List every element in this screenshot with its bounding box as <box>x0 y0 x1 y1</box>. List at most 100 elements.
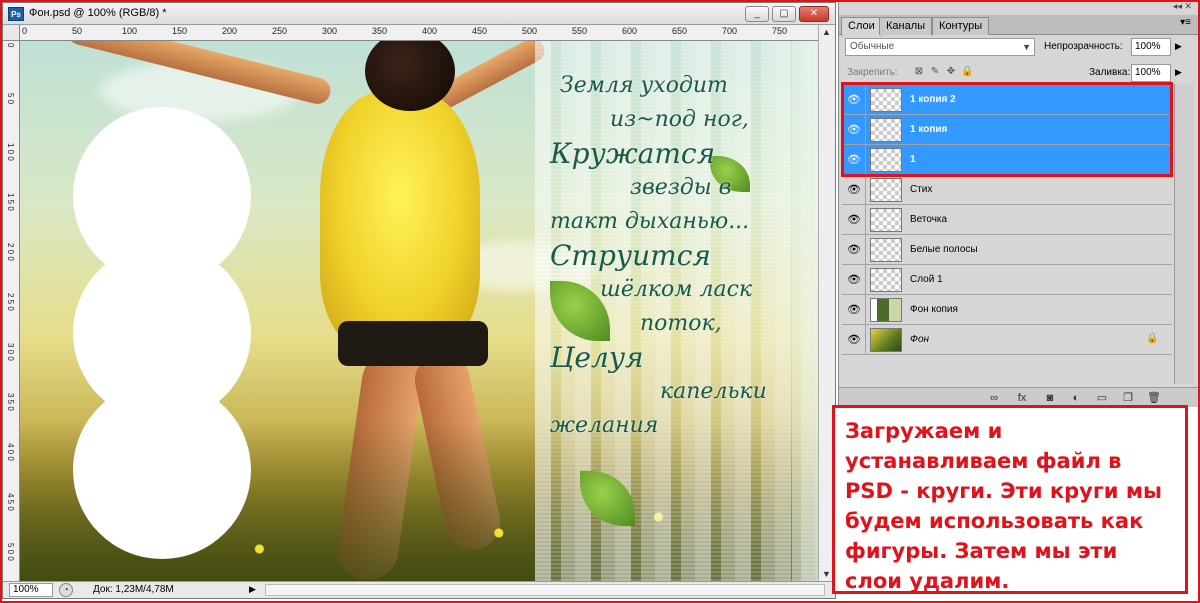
layer-row[interactable]: 👁 1 копия 2 <box>842 85 1172 115</box>
layer-row[interactable]: 👁 Фон 🔒 <box>842 325 1172 355</box>
status-bar: 100% ◔ Док: 1,23M/4,78M ▶ <box>3 581 835 598</box>
visibility-toggle[interactable]: 👁 <box>842 175 866 205</box>
fill-slider-icon[interactable]: ▶ <box>1175 67 1182 78</box>
poem-line: Кружатся <box>550 137 716 170</box>
layer-name[interactable]: Фон копия <box>910 304 958 315</box>
eye-icon: 👁 <box>847 334 861 346</box>
adjustment-layer-icon[interactable]: ◐ <box>1069 391 1083 405</box>
layer-name[interactable]: 1 копия <box>910 124 947 135</box>
layer-row[interactable]: 👁 Белые полосы <box>842 235 1172 265</box>
layer-style-icon[interactable]: fx <box>1015 391 1029 405</box>
layer-row[interactable]: 👁 Веточка <box>842 205 1172 235</box>
layer-name[interactable]: Стих <box>910 184 932 195</box>
visibility-toggle[interactable]: 👁 <box>842 325 866 355</box>
ruler-tick-label: 1 0 0 <box>6 143 15 161</box>
opacity-field[interactable]: 100% <box>1131 38 1171 56</box>
link-layers-icon[interactable]: ∞ <box>987 391 1001 405</box>
ruler-tick-label: 4 5 0 <box>6 493 15 511</box>
layers-scrollbar[interactable] <box>1174 84 1194 384</box>
layer-name[interactable]: Веточка <box>910 214 947 225</box>
eye-icon: 👁 <box>847 124 861 136</box>
layer-thumbnail <box>870 208 902 232</box>
add-mask-icon[interactable]: ◙ <box>1043 391 1057 405</box>
ruler-tick-label: 4 0 0 <box>6 443 15 461</box>
visibility-toggle[interactable]: 👁 <box>842 205 866 235</box>
tab-layers[interactable]: Слои <box>841 17 882 36</box>
white-circle-shape[interactable] <box>73 381 251 559</box>
close-button[interactable]: ✕ <box>799 6 829 22</box>
lock-icon: 🔒 <box>1146 333 1159 344</box>
panel-menu-icon[interactable]: ▾≡ <box>1180 17 1191 28</box>
ruler-tick-label: 150 <box>172 26 188 36</box>
visibility-toggle[interactable]: 👁 <box>842 145 866 175</box>
lock-transparency-icon[interactable]: ⊠ <box>913 66 925 78</box>
panel-tabs: Слои Каналы Контуры ▾≡ <box>839 15 1199 36</box>
visibility-toggle[interactable]: 👁 <box>842 265 866 295</box>
layer-thumbnail <box>870 88 902 112</box>
layer-row[interactable]: 👁 Фон копия <box>842 295 1172 325</box>
scroll-up-icon[interactable]: ▲ <box>822 27 831 37</box>
layer-name[interactable]: Слой 1 <box>910 274 943 285</box>
ruler-tick-label: 100 <box>122 26 138 36</box>
new-group-icon[interactable]: ▭ <box>1095 391 1109 405</box>
visibility-toggle[interactable]: 👁 <box>842 295 866 325</box>
layer-row[interactable]: 👁 1 копия <box>842 115 1172 145</box>
fill-field[interactable]: 100% <box>1131 64 1171 82</box>
layers-panel-footer: ∞ fx ◙ ◐ ▭ ❐ 🗑 <box>839 387 1199 407</box>
opacity-slider-icon[interactable]: ▶ <box>1175 41 1182 52</box>
lock-move-icon[interactable]: ✥ <box>945 66 957 78</box>
layer-name[interactable]: 1 <box>910 154 916 165</box>
ruler-tick-label: 200 <box>222 26 238 36</box>
ruler-horizontal[interactable]: 0 50 100 150 200 250 300 350 400 450 500 550 600 650 7… <box>20 25 818 41</box>
layer-row[interactable]: 👁 Слой 1 <box>842 265 1172 295</box>
ruler-tick-label: 3 5 0 <box>6 393 15 411</box>
visibility-toggle[interactable]: 👁 <box>842 235 866 265</box>
lock-brush-icon[interactable]: ✎ <box>929 66 941 78</box>
layer-thumbnail <box>870 178 902 202</box>
restore-button[interactable]: ▢ <box>772 6 796 22</box>
ruler-tick-label: 700 <box>722 26 738 36</box>
new-layer-icon[interactable]: ❐ <box>1121 391 1135 405</box>
poem-line: из~под ног, <box>610 107 749 132</box>
document-size-info: Док: 1,23M/4,78M <box>93 584 174 595</box>
horizontal-scrollbar[interactable] <box>265 584 825 596</box>
eye-icon: 👁 <box>847 184 861 196</box>
layer-row[interactable]: 👁 1 <box>842 145 1172 175</box>
ruler-tick-label: 450 <box>472 26 488 36</box>
lock-all-icon[interactable]: 🔒 <box>961 66 973 78</box>
ruler-tick-label: 550 <box>572 26 588 36</box>
minimize-button[interactable]: _ <box>745 6 769 22</box>
ruler-tick-label: 50 <box>72 26 83 36</box>
visibility-toggle[interactable]: 👁 <box>842 85 866 115</box>
ruler-tick-label: 1 5 0 <box>6 193 15 211</box>
ruler-tick-label: 650 <box>672 26 688 36</box>
document-title: Фон.psd @ 100% (RGB/8) * <box>29 7 167 19</box>
tab-paths[interactable]: Контуры <box>932 17 990 35</box>
ruler-tick-label: 750 <box>772 26 788 36</box>
eye-icon: 👁 <box>847 274 861 286</box>
ruler-tick-label: 500 <box>522 26 538 36</box>
visibility-toggle[interactable]: 👁 <box>842 115 866 145</box>
tab-channels[interactable]: Каналы <box>879 17 933 35</box>
image-canvas[interactable]: Земля уходит из~под ног, Кружатся звезды в т… <box>20 41 818 581</box>
zoom-field[interactable]: 100% <box>9 583 53 597</box>
status-menu-icon[interactable]: ◔ <box>59 583 73 597</box>
document-window: Ps Фон.psd @ 100% (RGB/8) * _ ▢ ✕ 0 50 100… <box>2 2 836 599</box>
layers-list: 👁 1 копия 2 👁 1 копия 👁 1 👁 Стих 👁 Веточка 👁 Белые … <box>842 84 1172 384</box>
panel-collapse-icon[interactable]: ◂◂ ✕ <box>1173 1 1192 12</box>
ruler-tick-label: 400 <box>422 26 438 36</box>
layer-name[interactable]: Фон <box>910 334 929 345</box>
scroll-down-icon[interactable]: ▼ <box>822 569 831 579</box>
photo-yellow-dress <box>320 91 480 351</box>
status-arrow-icon[interactable]: ▶ <box>249 584 256 595</box>
layer-name[interactable]: Белые полосы <box>910 244 978 255</box>
layer-row[interactable]: 👁 Стих <box>842 175 1172 205</box>
layer-name[interactable]: 1 копия 2 <box>910 94 956 105</box>
document-titlebar[interactable]: Ps Фон.psd @ 100% (RGB/8) * _ ▢ ✕ <box>3 3 835 25</box>
ruler-corner[interactable] <box>3 25 20 41</box>
blend-mode-value: Обычные <box>850 41 895 52</box>
eye-icon: 👁 <box>847 94 861 106</box>
delete-layer-icon[interactable]: 🗑 <box>1147 391 1161 405</box>
blend-mode-select[interactable]: Обычные ▼ <box>845 38 1035 56</box>
ruler-vertical[interactable]: 0 5 0 1 0 0 1 5 0 2 0 0 2 5 0 3 0 0 3 5 0 4 0 0 4… <box>3 41 20 581</box>
